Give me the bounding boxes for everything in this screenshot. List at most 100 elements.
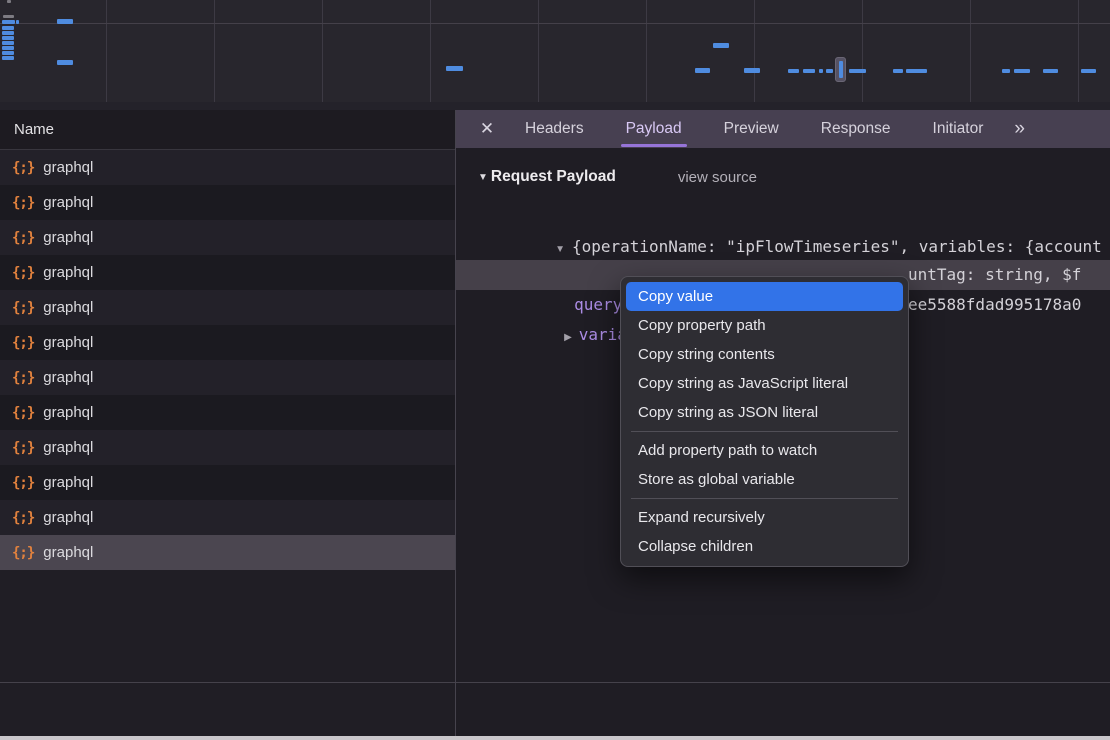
request-row[interactable]: {;}graphql <box>0 465 455 500</box>
timeline-request-bar <box>1043 69 1058 73</box>
more-tabs-icon[interactable]: » <box>1014 118 1024 140</box>
timeline-request-bar <box>16 20 19 24</box>
timeline-gridline <box>106 0 107 102</box>
timeline-selected-marker-bar <box>839 61 843 78</box>
panel-splitter[interactable] <box>455 110 456 736</box>
menu-item-store-as-global-variable[interactable]: Store as global variable <box>626 465 903 494</box>
timeline-request-bar <box>57 60 73 65</box>
view-source-link[interactable]: view source <box>678 169 757 186</box>
request-row[interactable]: {;} graphql <box>0 290 455 325</box>
request-row[interactable]: {;} graphql <box>0 325 455 360</box>
tab-payload[interactable]: Payload <box>626 110 682 148</box>
menu-item-copy-string-contents[interactable]: Copy string contents <box>626 340 903 369</box>
json-braces-icon: {;} <box>12 160 34 176</box>
request-row[interactable]: {;} graphql <box>0 535 455 570</box>
timeline-request-bar <box>2 56 14 60</box>
timeline-gridline-horizontal <box>0 23 1110 24</box>
timeline-request-bar <box>788 69 799 73</box>
timeline-gridline <box>538 0 539 102</box>
request-row[interactable]: {;}graphql <box>0 185 455 220</box>
json-braces-icon: {;} <box>12 510 34 526</box>
timeline-request-bar <box>2 51 14 55</box>
request-row[interactable]: {;}graphql <box>0 500 455 535</box>
timeline-request-bar <box>906 69 927 73</box>
timeline-request-bar <box>2 36 14 40</box>
property-value-right-fragment: ee5588fdad995178a0 <box>908 290 1081 320</box>
request-name-label: graphql <box>43 404 93 421</box>
timeline-request-bar <box>713 43 729 48</box>
close-icon[interactable]: ✕ <box>470 119 504 139</box>
timeline-gridline <box>1078 0 1079 102</box>
menu-separator <box>631 498 898 499</box>
timeline-request-bar <box>2 26 14 30</box>
devtools-network-panel: Name {;}graphql{;}graphql{;}graphql{;}gr… <box>0 0 1110 740</box>
timeline-gridline <box>754 0 755 102</box>
request-name-label: graphql <box>43 474 93 491</box>
property-row-operationname[interactable]: operationName: "ipFlowTimeseries" <box>456 232 1110 262</box>
json-braces-icon: {;} <box>12 370 34 386</box>
menu-item-copy-string-as-javascript-literal[interactable]: Copy string as JavaScript literal <box>626 369 903 398</box>
request-name-label: graphql <box>43 229 93 246</box>
request-name-label: graphql <box>43 299 93 316</box>
request-name-label: graphql <box>43 439 93 456</box>
timeline-request-bar <box>2 46 14 50</box>
json-braces-icon: {;} <box>12 440 34 456</box>
request-name-label: graphql <box>43 264 93 281</box>
timeline-gridline <box>430 0 431 102</box>
network-overview-timeline[interactable] <box>0 0 1110 110</box>
property-value-right-fragment: untTag: string, $f <box>908 260 1081 290</box>
window-bottom-edge <box>0 736 1110 740</box>
json-braces-icon: {;} <box>12 230 34 246</box>
json-braces-icon: {;} <box>12 335 34 351</box>
timeline-request-bar <box>2 31 14 35</box>
timeline-gridline <box>862 0 863 102</box>
collapsed-triangle-icon[interactable]: ▶ <box>564 332 572 343</box>
tab-preview[interactable]: Preview <box>724 110 779 148</box>
request-payload-section-header[interactable]: ▼ Request Payload view source <box>478 165 757 189</box>
menu-item-add-property-path-to-watch[interactable]: Add property path to watch <box>626 436 903 465</box>
menu-item-copy-property-path[interactable]: Copy property path <box>626 311 903 340</box>
requests-panel: Name {;}graphql{;}graphql{;}graphql{;}gr… <box>0 110 455 740</box>
json-braces-icon: {;} <box>12 265 34 281</box>
bottom-section-divider <box>0 682 1110 683</box>
timeline-request-bar <box>819 69 823 73</box>
menu-separator <box>631 431 898 432</box>
request-row[interactable]: {;} graphql <box>0 255 455 290</box>
timeline-request-bar <box>3 15 14 18</box>
request-name-label: graphql <box>43 194 93 211</box>
timeline-request-bar <box>826 69 833 73</box>
json-braces-icon: {;} <box>12 300 34 316</box>
request-row[interactable]: {;}graphql <box>0 395 455 430</box>
context-menu: Copy valueCopy property pathCopy string … <box>620 276 909 567</box>
request-row[interactable]: {;}graphql <box>0 150 455 185</box>
menu-item-copy-value[interactable]: Copy value <box>626 282 903 311</box>
timeline-gridline <box>970 0 971 102</box>
timeline-request-bar <box>446 66 463 71</box>
tab-headers[interactable]: Headers <box>525 110 584 148</box>
column-header-name[interactable]: Name <box>0 110 455 150</box>
menu-item-expand-recursively[interactable]: Expand recursively <box>626 503 903 532</box>
timeline-gridline <box>646 0 647 102</box>
tab-initiator[interactable]: Initiator <box>933 110 984 148</box>
request-name-label: graphql <box>43 369 93 386</box>
section-collapse-triangle-icon: ▼ <box>478 172 488 183</box>
tab-response[interactable]: Response <box>821 110 891 148</box>
details-tabbar: ✕ Headers Payload Preview Response Initiator… <box>456 110 1110 148</box>
timeline-request-bar <box>2 20 15 24</box>
menu-item-collapse-children[interactable]: Collapse children <box>626 532 903 561</box>
json-braces-icon: {;} <box>12 545 34 561</box>
timeline-request-bar <box>849 69 866 73</box>
request-row[interactable]: {;} graphql <box>0 430 455 465</box>
timeline-request-bar <box>57 19 73 24</box>
timeline-request-bar <box>893 69 903 73</box>
menu-item-copy-string-as-json-literal[interactable]: Copy string as JSON literal <box>626 398 903 427</box>
request-row[interactable]: {;} graphql <box>0 220 455 255</box>
requests-list: {;} graphql {;} graphql {;} graphql {;} graphql… <box>0 150 455 570</box>
request-payload-title: Request Payload <box>491 168 616 186</box>
timeline-request-bar <box>2 41 14 45</box>
request-name-label: graphql <box>43 544 93 561</box>
timeline-request-bar <box>803 69 815 73</box>
request-name-label: graphql <box>43 334 93 351</box>
request-row[interactable]: {;} graphql <box>0 360 455 395</box>
payload-root-row[interactable]: ▼{operationName: "ipFlowTimeseries", var… <box>456 202 1110 232</box>
